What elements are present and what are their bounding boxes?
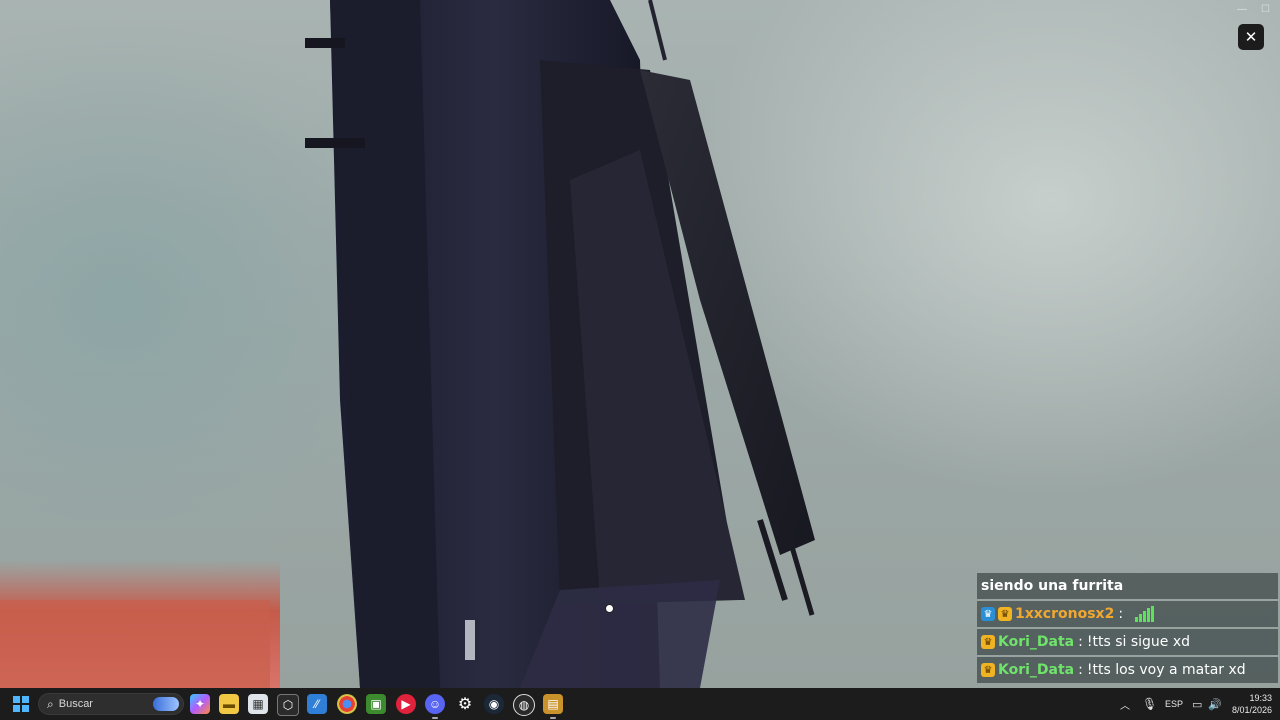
clock-time: 19:33 <box>1249 693 1272 703</box>
search-highlight-icon <box>153 697 179 711</box>
folder-icon[interactable]: ▤ <box>543 694 563 719</box>
chat-message-text: !tts los voy a matar xd <box>1086 662 1246 678</box>
obs-icon[interactable]: ◍ <box>513 694 535 716</box>
volume-button[interactable]: 🔊 <box>1208 688 1222 720</box>
prime-badge-icon: ♛ <box>981 607 995 621</box>
settings-icon[interactable]: ⚙ <box>455 694 475 714</box>
chat-username[interactable]: 1xxcronosx2 <box>1015 606 1114 622</box>
file-explorer-icon[interactable]: ▬ <box>219 694 239 714</box>
close-button[interactable]: ✕ <box>1238 24 1264 50</box>
chat-message: ♛ Kori_Data : !tts los voy a matar xd <box>977 657 1278 683</box>
crown-badge-icon: ♛ <box>981 663 995 677</box>
clock[interactable]: 19:33 8/01/2026 <box>1224 692 1272 716</box>
network-icon: ▭ <box>1192 698 1203 711</box>
chat-separator: : <box>1078 662 1083 678</box>
chat-username[interactable]: Kori_Data <box>998 634 1074 650</box>
vscode-icon[interactable]: ⁄⁄ <box>307 694 327 714</box>
microphone-button[interactable]: 🎙 <box>1142 688 1157 720</box>
chat-message-text: !tts si sigue xd <box>1086 634 1191 650</box>
mouse-cursor <box>605 604 614 613</box>
discord-icon[interactable]: ☺ <box>425 694 445 719</box>
chat-message: ♛ ♛ 1xxcronosx2 : <box>977 601 1278 627</box>
search-box[interactable]: ⌕ Buscar <box>38 693 184 715</box>
chat-overlay: siendo una furrita ♛ ♛ 1xxcronosx2 : ♛ K… <box>977 573 1278 685</box>
crown-badge-icon: ♛ <box>981 635 995 649</box>
taskbar: ⌕ Buscar ✦ ▬ ▦ ⬡ ⁄⁄ ▣ ▶ ☺ ⚙ ◉ ◍ ▤ ︿ 🎙 ES… <box>0 688 1280 720</box>
search-icon: ⌕ <box>47 696 54 711</box>
chat-separator: : <box>1078 634 1083 650</box>
tray-overflow-button[interactable]: ︿ <box>1120 688 1130 720</box>
language-label: ESP <box>1165 699 1184 709</box>
language-indicator[interactable]: ESP <box>1165 688 1183 720</box>
chat-message: siendo una furrita <box>977 573 1278 599</box>
chat-username[interactable]: Kori_Data <box>998 662 1074 678</box>
volume-icon: 🔊 <box>1208 698 1222 711</box>
copilot-icon[interactable]: ✦ <box>190 694 210 714</box>
video-player-icon[interactable]: ▶ <box>396 694 416 714</box>
clock-date: 8/01/2026 <box>1231 705 1272 715</box>
close-icon: ✕ <box>1244 29 1258 46</box>
network-button[interactable]: ▭ <box>1192 688 1202 720</box>
minecraft-icon[interactable]: ▣ <box>366 694 386 714</box>
steam-icon[interactable]: ◉ <box>484 694 504 714</box>
minimize-icon[interactable]: — <box>1237 4 1247 15</box>
window-controls: — ☐ <box>1237 4 1270 15</box>
chevron-up-icon: ︿ <box>1120 700 1130 712</box>
store-icon[interactable]: ▦ <box>248 694 268 714</box>
chrome-icon[interactable] <box>337 694 357 714</box>
chat-message: ♛ Kori_Data : !tts si sigue xd <box>977 629 1278 655</box>
chat-message-text: siendo una furrita <box>981 578 1124 594</box>
windows-logo-icon <box>13 696 20 703</box>
app-icon[interactable]: ⬡ <box>277 694 299 716</box>
start-button[interactable] <box>13 696 29 712</box>
chat-separator: : <box>1118 606 1124 622</box>
maximize-icon[interactable]: ☐ <box>1261 4 1270 15</box>
microphone-icon: 🎙 <box>1142 697 1158 711</box>
cheer-icon <box>1135 606 1155 622</box>
search-placeholder: Buscar <box>58 698 93 710</box>
crown-badge-icon: ♛ <box>998 607 1012 621</box>
